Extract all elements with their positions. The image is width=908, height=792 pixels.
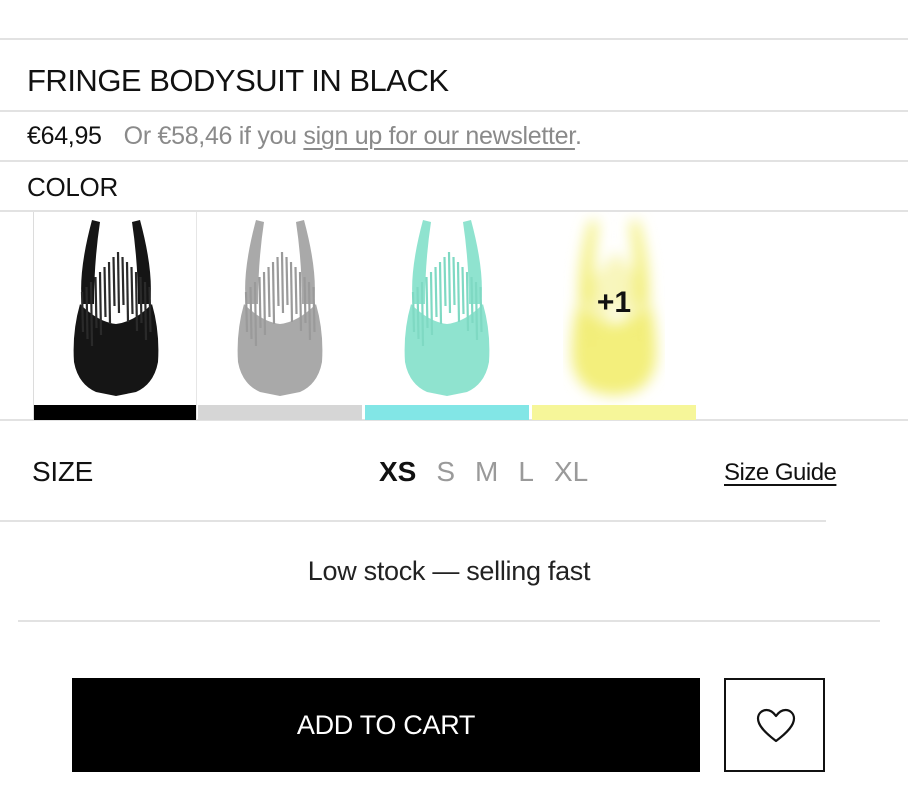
price-row: €64,95 Or €58,46 if you sign up for our n… bbox=[27, 119, 582, 153]
swatch-color-bar bbox=[532, 405, 696, 420]
divider-price bbox=[0, 160, 908, 162]
swatch-color-bar bbox=[34, 405, 196, 420]
divider-top bbox=[0, 38, 908, 40]
heart-icon bbox=[756, 708, 796, 743]
divider-size bbox=[0, 520, 826, 522]
product-title: FRINGE BODYSUIT IN BLACK bbox=[27, 63, 449, 98]
size-option-xs[interactable]: XS bbox=[379, 456, 416, 488]
swatch-color-bar bbox=[365, 405, 529, 420]
color-swatch-grey[interactable] bbox=[198, 212, 362, 420]
size-option-m[interactable]: M bbox=[475, 456, 498, 488]
color-swatch-mint[interactable] bbox=[365, 212, 529, 420]
bodysuit-image bbox=[237, 220, 323, 396]
color-swatch-yellow[interactable]: +1 bbox=[532, 212, 696, 420]
stock-message: Low stock — selling fast bbox=[307, 556, 591, 586]
size-guide-link[interactable]: Size Guide bbox=[724, 459, 837, 487]
size-option-l[interactable]: L bbox=[518, 456, 534, 488]
color-swatch-black[interactable] bbox=[33, 212, 197, 420]
divider-stock bbox=[18, 620, 880, 622]
offer-suffix: . bbox=[574, 122, 582, 150]
size-label: SIZE bbox=[32, 456, 94, 487]
color-label: COLOR bbox=[27, 172, 118, 202]
newsletter-offer: Or €58,46 if you sign up for our newslet… bbox=[124, 122, 582, 150]
newsletter-signup-link[interactable]: sign up for our newsletter bbox=[303, 122, 575, 150]
size-option-xl[interactable]: XL bbox=[554, 456, 588, 488]
more-colors-count: +1 bbox=[596, 286, 632, 319]
offer-text: Or €58,46 if you bbox=[123, 122, 304, 150]
bodysuit-image bbox=[73, 220, 159, 396]
size-options: XS S M L XL bbox=[379, 456, 608, 488]
size-option-s[interactable]: S bbox=[436, 456, 455, 488]
divider-title bbox=[0, 110, 908, 112]
product-price: €64,95 bbox=[27, 122, 102, 150]
wishlist-button[interactable] bbox=[724, 678, 825, 772]
swatch-color-bar bbox=[198, 405, 362, 420]
add-to-cart-button[interactable]: ADD TO CART bbox=[72, 678, 700, 772]
bodysuit-image bbox=[404, 220, 490, 396]
